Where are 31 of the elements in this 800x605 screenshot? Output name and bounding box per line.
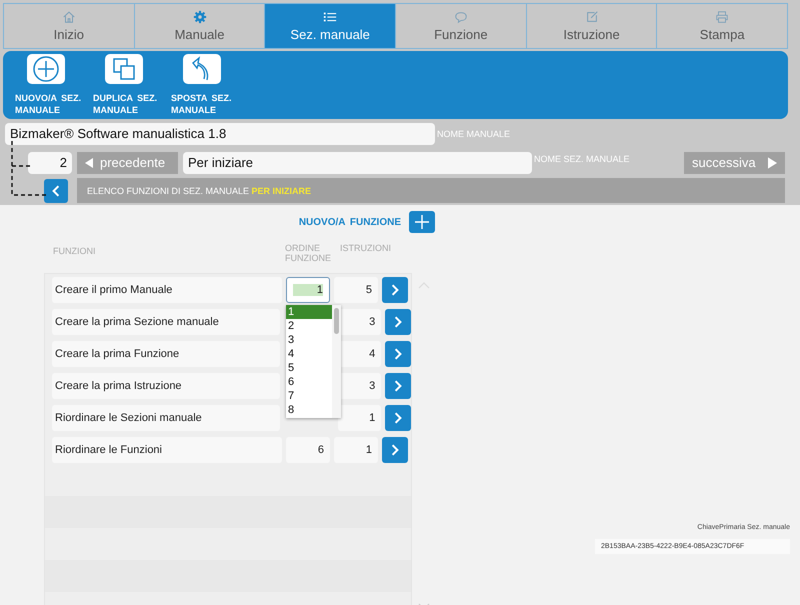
dropdown-option[interactable]: 1	[286, 305, 332, 319]
list-header-text: ELENCO FUNZIONI DI SEZ. MANUALE PER INIZIARE	[87, 186, 312, 196]
new-function-label: NUOVO/A FUNZIONE	[298, 216, 401, 228]
toolbar-button[interactable]: NUOVO/A SEZ. MANUALE	[15, 54, 85, 116]
table-cell: 1	[338, 405, 382, 431]
toolbar-button[interactable]: SPOSTA SEZ. MANUALE	[171, 54, 241, 116]
dropdown-option[interactable]: 6	[286, 375, 332, 389]
table-cell: Creare la prima Sezione manuale	[52, 309, 280, 335]
dropdown-option[interactable]: 7	[286, 389, 332, 403]
dropdown-option[interactable]: 5	[286, 361, 332, 375]
column-header: FUNZIONI	[53, 246, 96, 258]
dropdown-option[interactable]: 4	[286, 347, 332, 361]
section-name-field[interactable]: Per iniziare	[183, 152, 532, 174]
table-cell: Riordinare le Sezioni manuale	[52, 405, 280, 431]
table-cell: Creare la prima Istruzione	[52, 373, 280, 399]
order-field[interactable]: 1	[286, 277, 330, 303]
column-header: ISTRUZIONI	[340, 243, 392, 255]
dropdown-option[interactable]: 8	[286, 403, 332, 417]
table-cell: 1	[334, 437, 378, 463]
manual-name-field[interactable]: Bizmaker® Software manualistica 1.8	[5, 122, 435, 144]
table-cell: Creare il primo Manuale	[52, 277, 282, 303]
dropdown-option[interactable]: 3	[286, 333, 332, 347]
table-cell: 6	[286, 437, 330, 463]
table-cell: 5	[334, 277, 378, 303]
dropdown-option[interactable]: 2	[286, 319, 332, 333]
table-cell: Creare la prima Funzione	[52, 341, 280, 367]
tab[interactable]: Sez. manuale	[265, 4, 396, 48]
toolbar-button[interactable]: DUPLICA SEZ. MANUALE	[93, 54, 163, 116]
table-cell: Riordinare le Funzioni	[52, 437, 282, 463]
column-header: ORDINE FUNZIONE	[285, 243, 332, 265]
section-number-field[interactable]: 2	[28, 152, 72, 174]
